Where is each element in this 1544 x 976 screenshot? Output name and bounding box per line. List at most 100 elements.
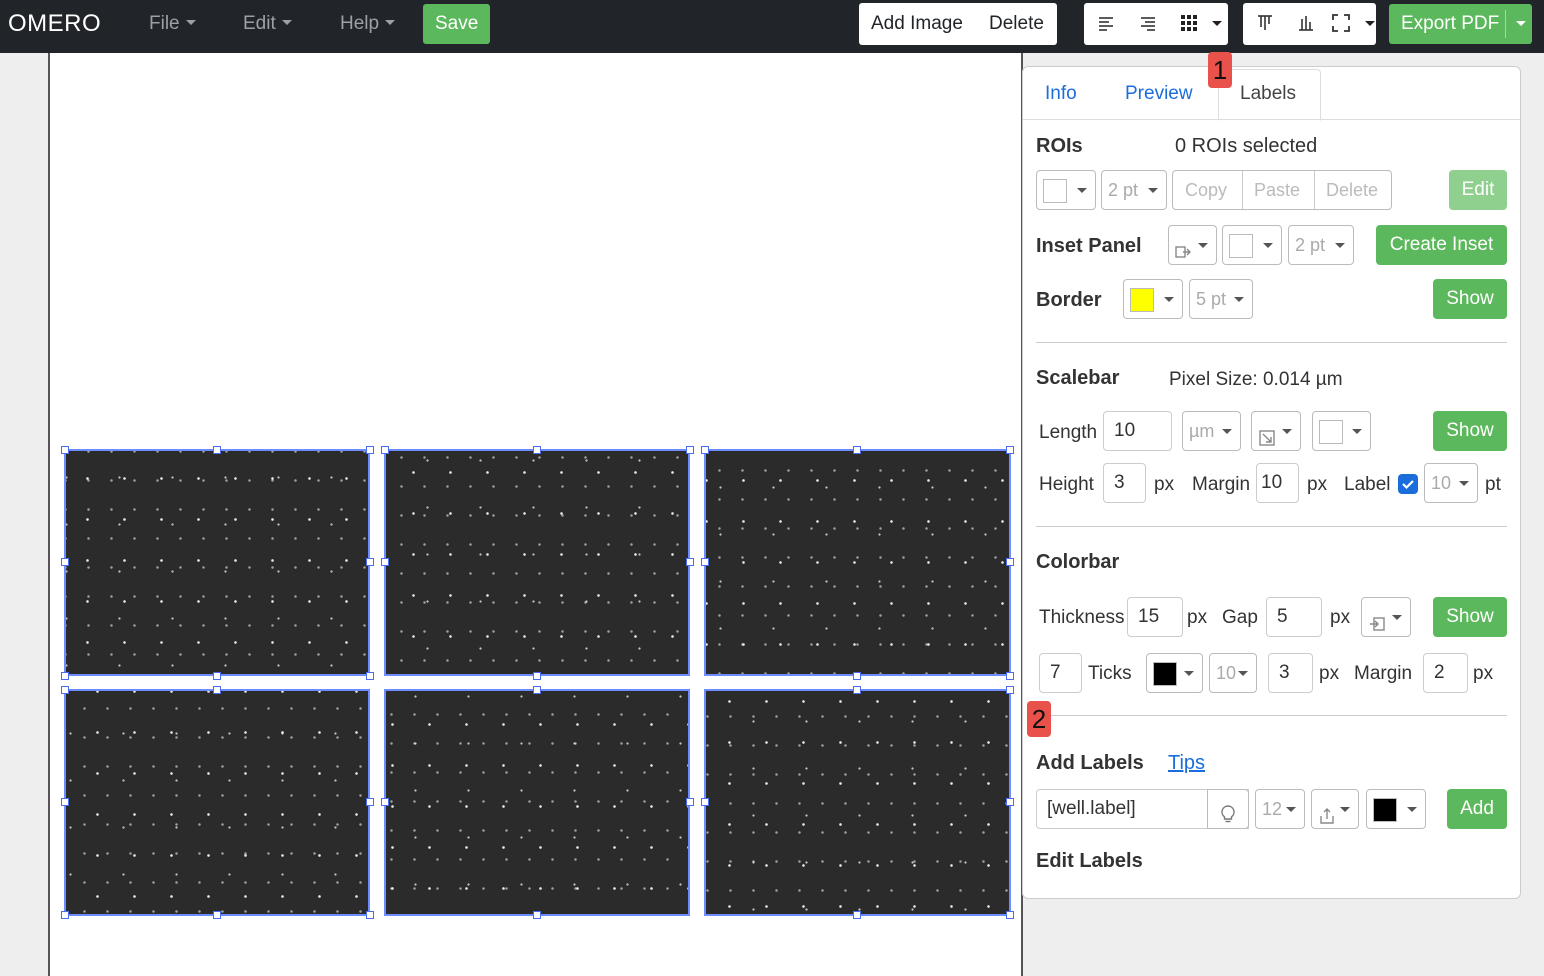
selection-handle[interactable] [853,446,861,454]
selection-handle[interactable] [61,558,69,566]
chevron-down-icon[interactable] [1516,21,1526,26]
scalebar-height-input[interactable]: 3 [1103,463,1146,503]
align-top-icon[interactable] [1253,11,1277,35]
selection-handle[interactable] [61,911,69,919]
colorbar-position-dropdown[interactable] [1361,597,1411,637]
tab-info[interactable]: Info [1045,83,1077,105]
save-button[interactable]: Save [423,4,490,44]
image-panel[interactable] [704,449,1011,676]
colorbar-tick-length-input[interactable]: 3 [1268,653,1313,693]
selection-handle[interactable] [366,911,374,919]
inset-position-dropdown[interactable] [1168,225,1217,265]
selection-handle[interactable] [1006,911,1014,919]
scalebar-font-size[interactable]: 10 [1424,463,1478,503]
border-color-picker[interactable] [1123,279,1183,319]
scalebar-margin-input[interactable]: 10 [1256,463,1299,503]
border-width[interactable]: 5 pt [1189,279,1253,319]
fullscreen-icon[interactable] [1329,11,1353,35]
selection-handle[interactable] [213,911,221,919]
delete-button[interactable]: Delete [977,4,1056,44]
roi-color-picker[interactable] [1036,170,1096,210]
selection-handle[interactable] [533,911,541,919]
selection-handle[interactable] [701,446,709,454]
roi-line-width[interactable]: 2 pt [1101,170,1167,210]
selection-handle[interactable] [1006,446,1014,454]
label-position-dropdown[interactable] [1311,789,1359,829]
selection-handle[interactable] [366,672,374,680]
selection-handle[interactable] [853,672,861,680]
grid-layout-icon[interactable] [1177,11,1201,35]
image-panel[interactable] [384,689,690,916]
edit-menu[interactable]: Edit [243,13,292,35]
selection-handle[interactable] [1006,686,1014,694]
image-panel[interactable] [64,689,370,916]
label-formatting-help[interactable] [1207,789,1249,829]
selection-handle[interactable] [381,558,389,566]
export-pdf-button[interactable]: Export PDF [1389,4,1532,44]
image-panel[interactable] [704,689,1011,916]
selection-handle[interactable] [381,446,389,454]
colorbar-show-button[interactable]: Show [1433,597,1507,637]
add-image-button[interactable]: Add Image [859,4,975,44]
scalebar-show-button[interactable]: Show [1433,411,1507,451]
scalebar-position-dropdown[interactable] [1251,411,1301,451]
colorbar-ticks-input[interactable]: 7 [1039,653,1082,693]
selection-handle[interactable] [381,798,389,806]
align-bottom-icon[interactable] [1294,11,1318,35]
scalebar-length-input[interactable]: 10 [1103,411,1172,451]
colorbar-tick-color[interactable] [1146,653,1203,693]
align-left-icon[interactable] [1094,11,1118,35]
selection-handle[interactable] [533,672,541,680]
selection-handle[interactable] [1006,558,1014,566]
selection-handle[interactable] [61,798,69,806]
selection-handle[interactable] [213,672,221,680]
tab-labels[interactable]: Labels [1240,83,1296,105]
selection-handle[interactable] [533,686,541,694]
selection-handle[interactable] [213,686,221,694]
chevron-down-icon[interactable] [1365,21,1375,26]
scalebar-label-checkbox[interactable] [1398,474,1418,494]
roi-copy-button[interactable]: Copy [1185,171,1227,209]
selection-handle[interactable] [686,558,694,566]
align-right-icon[interactable] [1136,11,1160,35]
image-panel[interactable] [64,449,370,676]
selection-handle[interactable] [853,686,861,694]
roi-paste-button[interactable]: Paste [1254,171,1300,209]
colorbar-margin-input[interactable]: 2 [1423,653,1468,693]
scalebar-color-picker[interactable] [1312,411,1371,451]
roi-delete-button[interactable]: Delete [1326,171,1378,209]
selection-handle[interactable] [701,798,709,806]
colorbar-thickness-input[interactable]: 15 [1127,597,1183,637]
selection-handle[interactable] [366,798,374,806]
border-show-button[interactable]: Show [1433,279,1507,319]
selection-handle[interactable] [61,672,69,680]
scalebar-unit-dropdown[interactable]: µm [1182,411,1241,451]
selection-handle[interactable] [61,446,69,454]
selection-handle[interactable] [61,686,69,694]
selection-handle[interactable] [366,446,374,454]
label-color-picker[interactable] [1366,789,1426,829]
selection-handle[interactable] [1006,798,1014,806]
chevron-down-icon[interactable] [1212,21,1222,26]
selection-handle[interactable] [366,558,374,566]
tips-link[interactable]: Tips [1168,752,1205,775]
roi-edit-button[interactable]: Edit [1449,170,1507,210]
inset-line-width[interactable]: 2 pt [1288,225,1354,265]
tab-preview[interactable]: Preview [1125,83,1193,105]
selection-handle[interactable] [853,911,861,919]
selection-handle[interactable] [686,798,694,806]
add-label-button[interactable]: Add [1447,789,1507,829]
selection-handle[interactable] [701,558,709,566]
colorbar-font-size[interactable]: 10 [1209,653,1257,693]
selection-handle[interactable] [686,446,694,454]
help-menu[interactable]: Help [340,13,396,35]
image-panel[interactable] [384,449,690,676]
label-font-size[interactable]: 12 [1255,789,1305,829]
file-menu[interactable]: File [149,13,196,35]
selection-handle[interactable] [533,446,541,454]
inset-color-picker[interactable] [1222,225,1282,265]
selection-handle[interactable] [1006,672,1014,680]
create-inset-button[interactable]: Create Inset [1376,225,1507,265]
colorbar-gap-input[interactable]: 5 [1266,597,1322,637]
selection-handle[interactable] [213,446,221,454]
